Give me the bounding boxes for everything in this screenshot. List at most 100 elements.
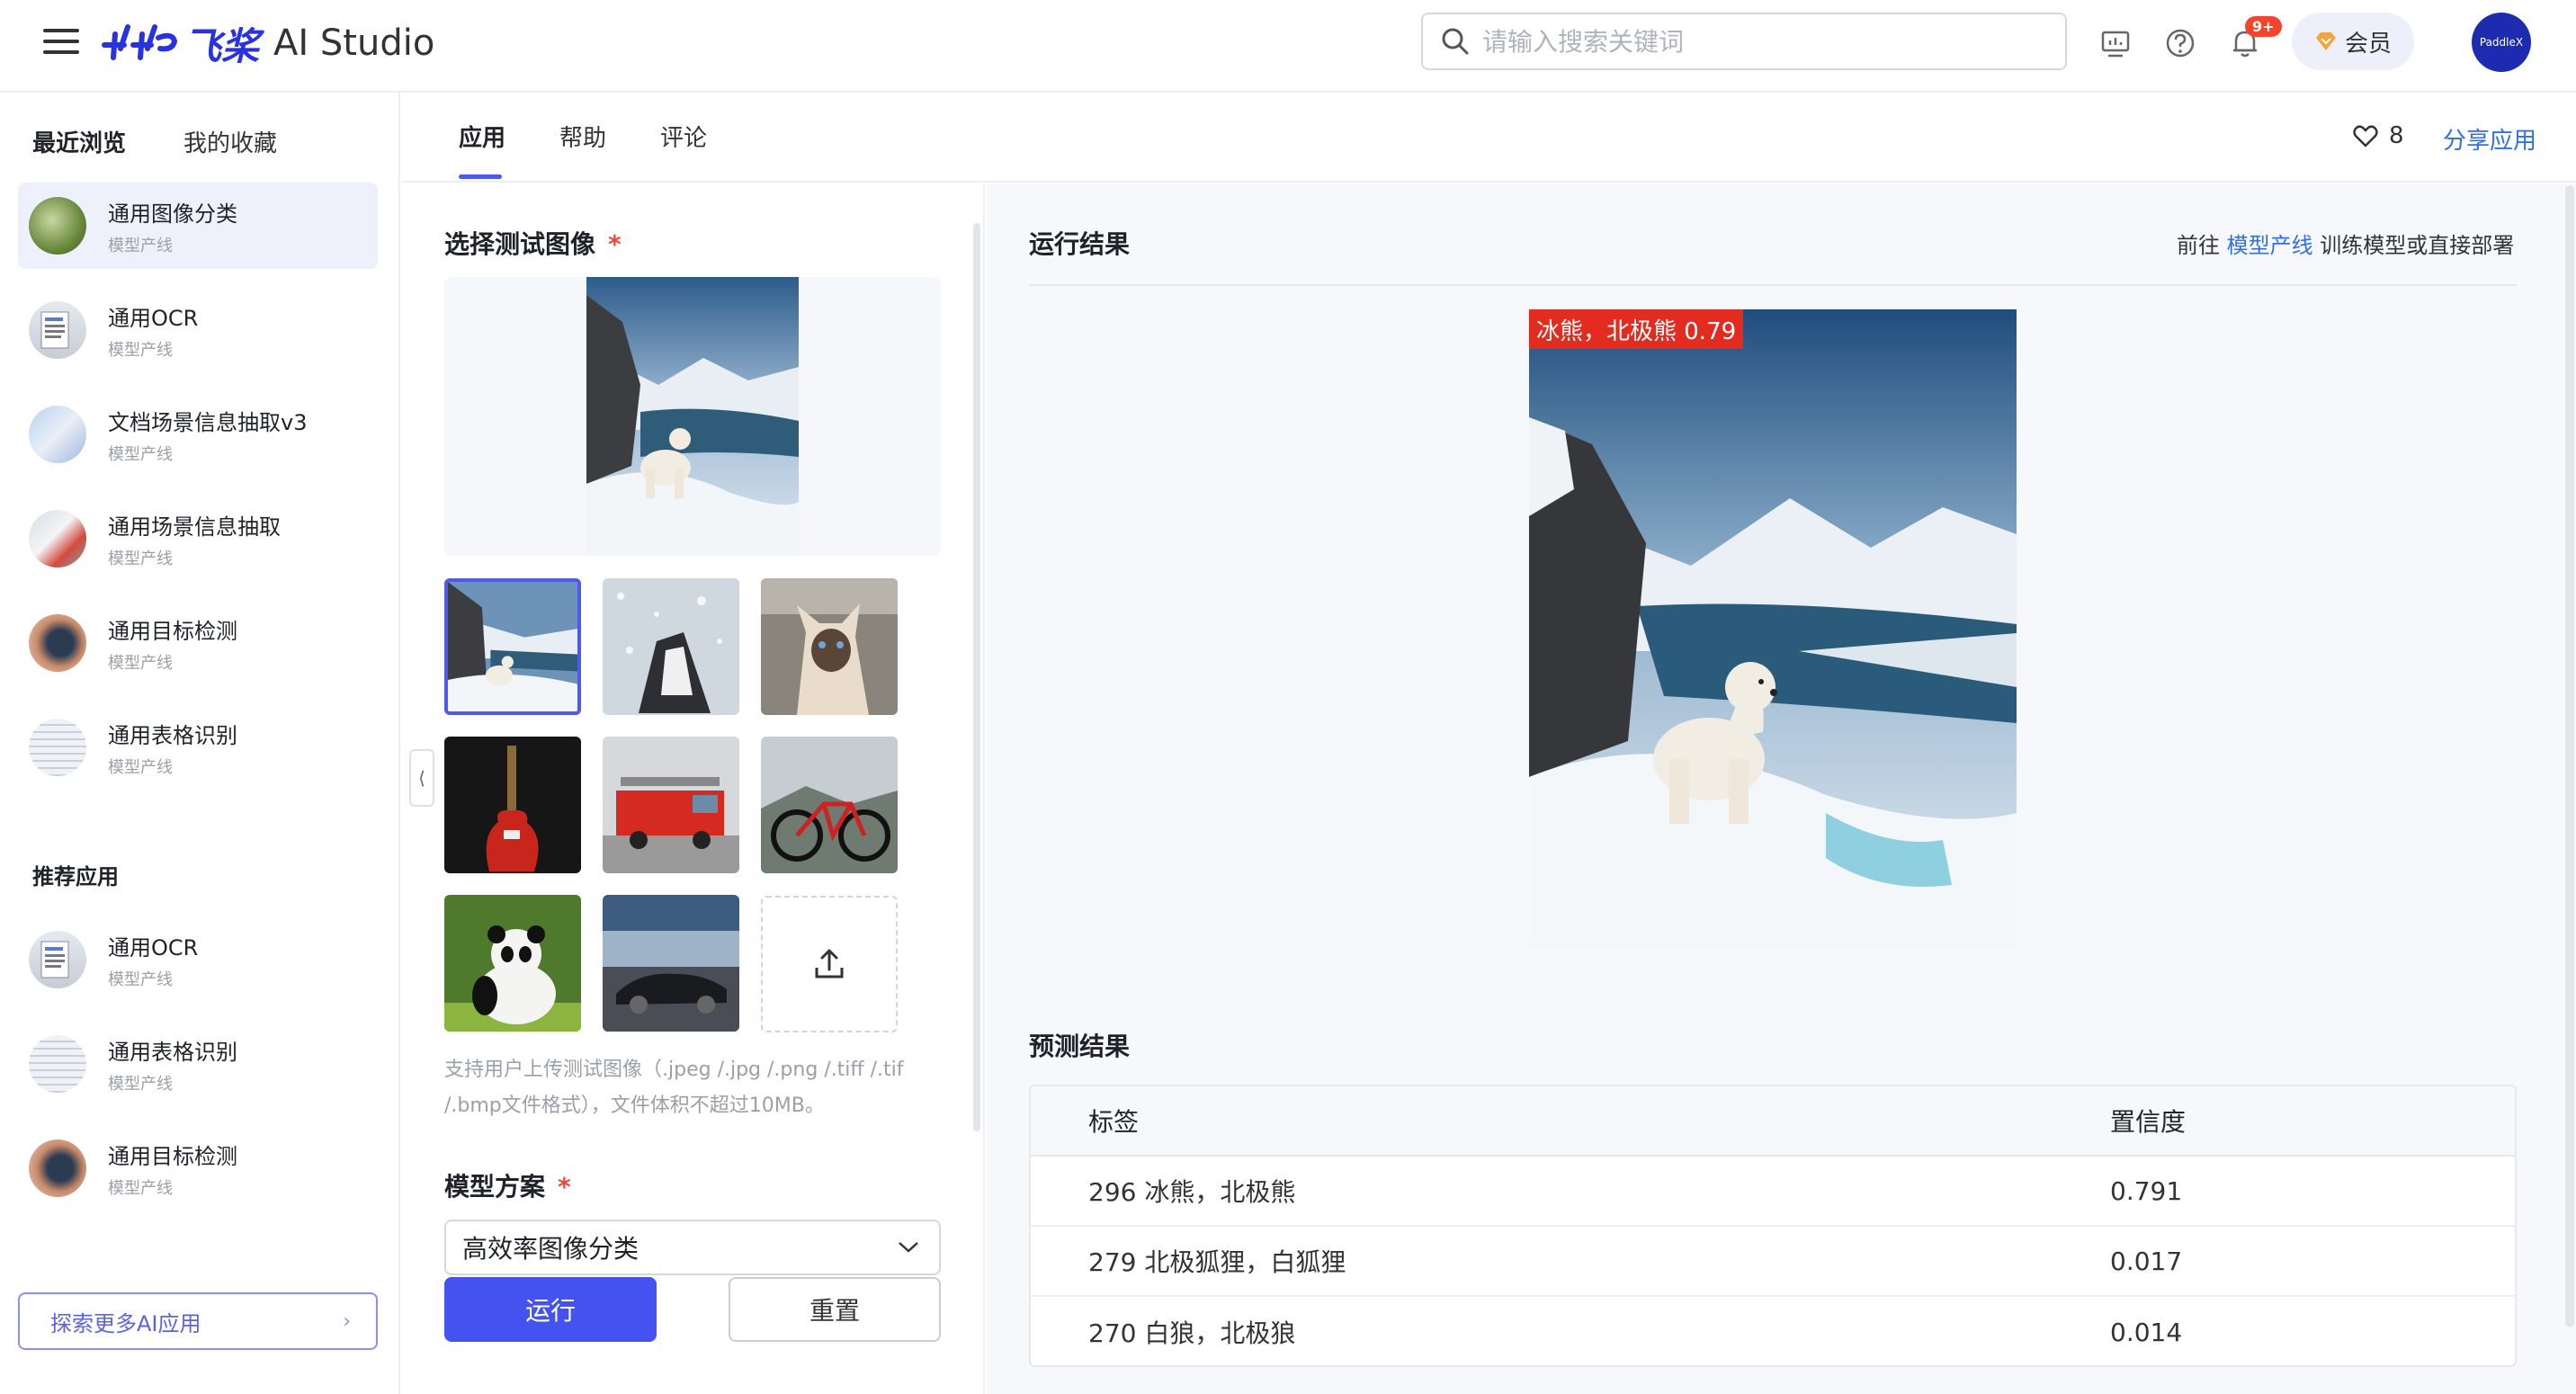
tab-recent[interactable]: 最近浏览 — [32, 125, 126, 158]
sidebar-item-title: 通用OCR — [108, 934, 199, 961]
upload-image-button[interactable] — [761, 896, 898, 1032]
polar-bear-preview-image — [586, 277, 799, 556]
model-select[interactable]: 高效率图像分类 — [444, 1220, 941, 1275]
bicycle-thumb — [761, 737, 898, 873]
sample-image-sports-car[interactable] — [603, 895, 739, 1032]
table-header: 标签 置信度 — [1031, 1086, 2515, 1157]
sidebar-item-title: 通用目标检测 — [108, 618, 237, 644]
result-image — [1529, 309, 2017, 948]
app-thumbnail — [29, 931, 86, 988]
sidebar-item-title: 通用表格识别 — [108, 722, 237, 748]
sidebar-item-sub: 模型产线 — [108, 1074, 173, 1094]
sidebar-item-doc-extract-v3[interactable]: 文档场景信息抽取v3 模型产线 — [18, 391, 378, 478]
sidebar-item-table-recognition[interactable]: 通用表格识别 模型产线 — [18, 704, 378, 791]
top-bar: 飞桨 AI Studio 9+ 会员 PaddleX — [0, 0, 2576, 93]
sample-image-polar-bear[interactable] — [444, 578, 581, 715]
sidebar-item-image-classification[interactable]: 通用图像分类 模型产线 — [18, 183, 378, 269]
sidebar-item-title: 通用OCR — [108, 305, 199, 331]
row-score: 0.791 — [2110, 1175, 2183, 1206]
chevron-right-icon: › — [343, 1309, 351, 1333]
sidebar-item-title: 通用图像分类 — [108, 201, 237, 227]
sidebar-item-title: 通用表格识别 — [108, 1039, 237, 1065]
share-app-link[interactable]: 分享应用 — [2443, 122, 2536, 156]
goto-suffix: 训练模型或直接部署 — [2320, 233, 2515, 258]
tab-app[interactable]: 应用 — [459, 120, 505, 153]
like-button[interactable]: 8 — [2353, 122, 2404, 149]
recommend-item-object-detection[interactable]: 通用目标检测 模型产线 — [18, 1125, 378, 1211]
search-icon — [1442, 28, 1469, 55]
sample-image-fire-truck[interactable] — [603, 737, 739, 873]
row-score: 0.014 — [2110, 1317, 2183, 1347]
chevron-down-icon — [899, 1242, 918, 1253]
sidebar-item-title: 通用目标检测 — [108, 1143, 237, 1169]
result-divider — [1029, 284, 2517, 286]
sidebar-item-scene-extract[interactable]: 通用场景信息抽取 模型产线 — [18, 496, 378, 582]
tab-comments[interactable]: 评论 — [660, 120, 707, 153]
sample-image-husky[interactable] — [603, 578, 739, 715]
avatar-text: PaddleX — [2479, 36, 2524, 49]
upload-icon — [815, 949, 844, 978]
goto-hint: 前往 模型产线 训练模型或直接部署 — [2177, 228, 2514, 259]
vip-label: 会员 — [2344, 30, 2392, 58]
app-thumbnail — [29, 301, 86, 359]
logo[interactable]: 飞桨 AI Studio — [101, 14, 434, 72]
left-panel-scrollbar[interactable] — [973, 223, 980, 1131]
header-confidence: 置信度 — [2110, 1107, 2187, 1137]
app-thumbnail — [29, 1139, 86, 1197]
model-title: 模型方案 * — [444, 1167, 571, 1203]
sidebar-item-sub: 模型产线 — [108, 444, 173, 464]
main-tabs — [402, 93, 2576, 183]
selected-image-preview — [444, 277, 941, 556]
page-scrollbar[interactable] — [2565, 185, 2574, 1327]
sidebar-item-title: 文档场景信息抽取v3 — [108, 409, 308, 435]
row-label: 270 白狼，北极狼 — [1088, 1318, 1296, 1348]
sample-image-guitar[interactable] — [444, 737, 581, 873]
recommend-section-title: 推荐应用 — [32, 864, 119, 889]
app-thumbnail — [29, 197, 86, 255]
prediction-overlay-label: 冰熊，北极熊 0.79 — [1529, 309, 1744, 349]
table-row: 279 北极狐狸，白狐狸 0.017 — [1031, 1227, 2515, 1297]
sidebar-item-title: 通用场景信息抽取 — [108, 514, 281, 540]
avatar[interactable]: PaddleX — [2472, 13, 2531, 72]
reset-button[interactable]: 重置 — [729, 1277, 941, 1342]
sample-image-panda[interactable] — [444, 895, 581, 1032]
fire-truck-thumb — [603, 737, 739, 873]
tab-help[interactable]: 帮助 — [559, 120, 606, 153]
prediction-table: 标签 置信度 296 冰熊，北极熊 0.791 279 北极狐狸，白狐狸 0.0… — [1029, 1085, 2517, 1367]
explore-more-button[interactable]: 探索更多AI应用 › — [18, 1292, 378, 1350]
table-row: 270 白狼，北极狼 0.014 — [1031, 1297, 2515, 1365]
help-icon[interactable] — [2162, 25, 2198, 61]
search-box[interactable] — [1421, 13, 2067, 70]
app-thumbnail — [29, 614, 86, 672]
menu-icon[interactable] — [43, 29, 79, 56]
sidebar-item-ocr[interactable]: 通用OCR 模型产线 — [18, 287, 378, 373]
tab-favorites[interactable]: 我的收藏 — [183, 125, 277, 158]
model-title-text: 模型方案 — [444, 1172, 546, 1202]
husky-thumb — [603, 578, 739, 715]
run-button[interactable]: 运行 — [444, 1277, 657, 1342]
logo-cn-text: 飞桨 — [183, 23, 260, 68]
recommend-item-ocr[interactable]: 通用OCR 模型产线 — [18, 916, 378, 1003]
model-selected-value: 高效率图像分类 — [462, 1234, 640, 1264]
sample-image-cat[interactable] — [761, 578, 898, 715]
polar-bear-thumb — [448, 582, 577, 711]
monitor-icon[interactable] — [2097, 25, 2133, 61]
app-thumbnail — [29, 1035, 86, 1093]
logo-en-text: AI Studio — [273, 22, 435, 64]
model-pipeline-link[interactable]: 模型产线 — [2227, 233, 2313, 258]
app-thumbnail — [29, 510, 86, 567]
active-tab-underline — [459, 174, 502, 179]
upload-hint: 支持用户上传测试图像（.jpeg /.jpg /.png /.tiff /.ti… — [444, 1059, 904, 1117]
diamond-icon — [2315, 32, 2336, 50]
heart-icon — [2353, 125, 2378, 147]
sample-image-bicycle[interactable] — [761, 737, 898, 873]
guitar-thumb — [444, 737, 581, 873]
result-title: 运行结果 — [1029, 229, 1131, 259]
sidebar-item-sub: 模型产线 — [108, 970, 173, 989]
recommend-item-table-recognition[interactable]: 通用表格识别模型产线 — [18, 1021, 378, 1107]
select-image-title-text: 选择测试图像 — [444, 229, 596, 259]
search-input[interactable] — [1482, 26, 2022, 57]
sidebar-item-object-detection[interactable]: 通用目标检测 模型产线 — [18, 600, 378, 686]
vip-button[interactable]: 会员 — [2292, 13, 2414, 70]
required-mark: * — [558, 1172, 571, 1202]
